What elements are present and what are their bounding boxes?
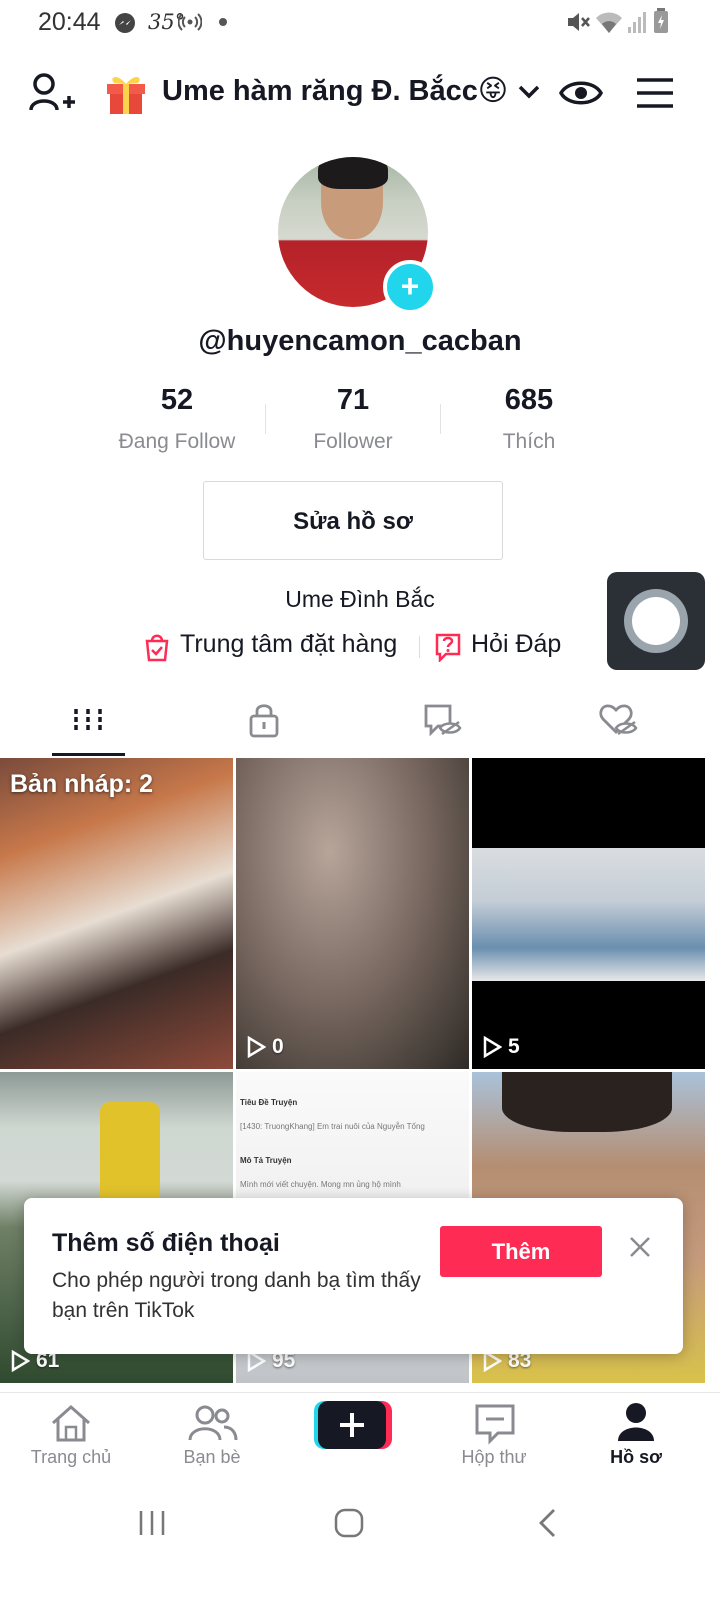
thumbnail-text-line: [1430: TruongKhang] Em trai nuôi của Ngu… [240, 1122, 425, 1131]
heart-hidden-icon[interactable] [598, 702, 638, 738]
add-phone-button[interactable]: Thêm [440, 1226, 602, 1277]
view-count: 0 [246, 1035, 284, 1059]
stat-following-label[interactable]: Đang Follow [87, 430, 267, 454]
thumbnail-image [472, 848, 705, 981]
add-phone-popup: Thêm số điện thoại Cho phép người trong … [24, 1198, 683, 1354]
videos-grid-icon[interactable] [72, 705, 104, 737]
recent-apps-icon[interactable] [136, 1508, 168, 1538]
nav-profile[interactable]: Hồ sơ [566, 1393, 706, 1485]
order-center-link[interactable]: Trung tâm đặt hàng [180, 630, 397, 659]
draft-label: Bản nháp: 2 [10, 770, 154, 798]
popup-title: Thêm số điện thoại [52, 1229, 280, 1257]
signal-icon [628, 12, 646, 33]
assistive-touch-button[interactable] [607, 572, 705, 670]
stat-likes-count: 685 [504, 384, 554, 416]
thumbnail-hair [502, 1072, 672, 1132]
home-button-icon[interactable] [332, 1506, 366, 1540]
system-nav-bar [0, 1484, 720, 1600]
view-count: 5 [482, 1035, 520, 1059]
view-count-text: 0 [272, 1035, 284, 1058]
gift-icon[interactable] [104, 70, 148, 116]
create-plus-icon [314, 1401, 392, 1449]
eye-icon[interactable] [558, 74, 604, 112]
nav-friends[interactable]: Bạn bè [142, 1393, 282, 1485]
lock-icon[interactable] [247, 702, 281, 738]
assistive-ring [624, 589, 688, 653]
link-divider [419, 636, 420, 658]
status-bar: 20:44 35° [0, 0, 720, 48]
username: @huyencamon_cacban [198, 325, 522, 357]
edit-profile-button[interactable]: Sửa hồ sơ [203, 481, 503, 560]
messenger-icon [115, 13, 135, 33]
avatar-hair [318, 157, 388, 189]
nav-inbox-label: Hộp thư [461, 1447, 527, 1467]
nav-inbox[interactable]: Hộp thư [424, 1393, 564, 1485]
inbox-icon [475, 1404, 515, 1445]
hotspot-icon [178, 13, 202, 31]
play-icon [11, 1350, 30, 1372]
status-time: 20:44 [38, 8, 101, 36]
view-count-text: 5 [508, 1035, 520, 1058]
dot-icon [219, 18, 227, 26]
nav-create[interactable] [282, 1393, 422, 1485]
nav-home[interactable]: Trang chủ [1, 1393, 141, 1485]
question-box-icon [435, 633, 461, 662]
thumbnail-figure [100, 1102, 160, 1212]
add-user-icon[interactable] [28, 70, 76, 116]
video-thumbnail[interactable]: 5 [472, 758, 705, 1069]
bottom-nav: Trang chủ Bạn bè Hộp thư Hồ sơ [0, 1392, 720, 1485]
stat-likes-label: Thích [502, 430, 556, 453]
thumbnail-text-line: Mình mới viết chuyện. Mong mn ủng hộ mìn… [240, 1180, 401, 1189]
assistive-inner [632, 597, 680, 645]
tag-hidden-icon[interactable] [422, 702, 462, 738]
nav-friends-label: Bạn bè [183, 1447, 241, 1467]
avatar-add-plus-icon[interactable]: + [383, 260, 437, 314]
popup-description: Cho phép người trong danh bạ tìm thấy bạ… [52, 1269, 421, 1322]
qa-link[interactable]: Hỏi Đáp [471, 630, 561, 659]
draft-video-thumbnail[interactable]: Bản nháp: 2 [0, 758, 233, 1069]
video-thumbnail[interactable]: 0 [236, 758, 469, 1069]
nav-home-label: Trang chủ [30, 1447, 112, 1467]
play-icon [247, 1036, 266, 1058]
home-icon [52, 1404, 90, 1442]
mute-icon [568, 13, 590, 31]
wifi-icon [596, 12, 622, 33]
profile-icon [618, 1403, 654, 1441]
close-icon[interactable] [627, 1234, 653, 1260]
battery-icon [654, 8, 668, 33]
profile-title[interactable]: Ume hàm răng Đ. Bắcc😝 [162, 73, 508, 108]
chevron-down-icon[interactable] [516, 80, 542, 104]
stat-following-count[interactable]: 52 [97, 384, 257, 417]
back-icon[interactable] [534, 1506, 560, 1540]
menu-icon[interactable] [634, 76, 676, 110]
shopping-bag-icon [145, 634, 169, 662]
friends-icon [188, 1405, 238, 1441]
stat-follower-label[interactable]: Follower [263, 430, 443, 454]
thumbnail-text-line: Tiêu Đề Truyện [240, 1098, 298, 1107]
nav-profile-label: Hồ sơ [610, 1447, 662, 1467]
play-icon [483, 1036, 502, 1058]
active-tab-indicator [52, 753, 125, 756]
thumbnail-text-line: Mô Tả Truyện [240, 1156, 292, 1165]
stat-follower-count[interactable]: 71 [273, 384, 433, 417]
